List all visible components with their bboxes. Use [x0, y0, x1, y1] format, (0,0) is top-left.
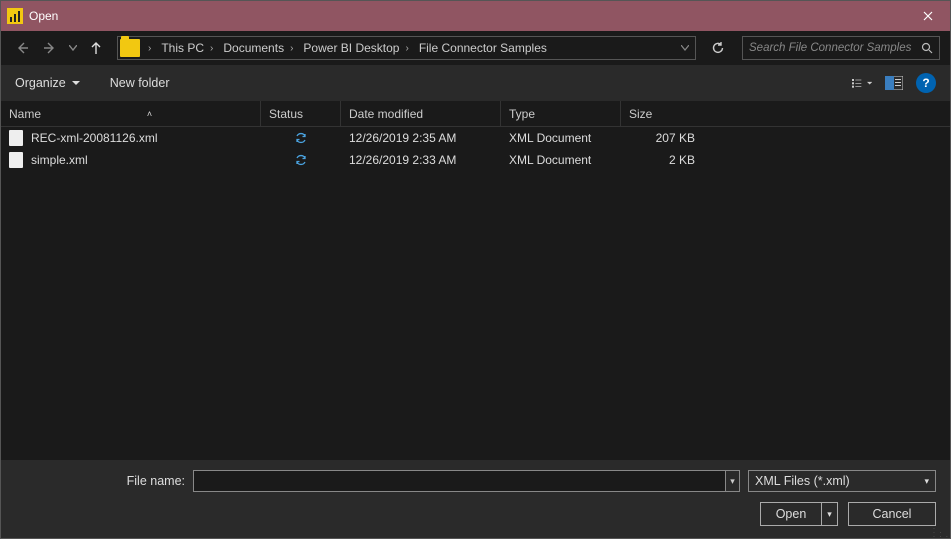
open-split-button[interactable]: ▾	[821, 503, 837, 525]
address-history-button[interactable]	[677, 45, 693, 51]
column-header-size[interactable]: Size	[621, 101, 711, 126]
new-folder-button[interactable]: New folder	[110, 76, 170, 90]
breadcrumb-item[interactable]: This PC›	[157, 41, 217, 55]
window-title: Open	[29, 9, 58, 23]
file-list: REC-xml-20081126.xml 12/26/2019 2:35 AM …	[1, 127, 950, 460]
bottom-pane: File name: ▾ XML Files (*.xml) ▾ Open ▾ …	[1, 460, 950, 538]
preview-pane-button[interactable]	[884, 73, 904, 93]
file-name-label: File name:	[15, 474, 185, 488]
file-icon	[9, 152, 23, 168]
breadcrumb-item[interactable]: Documents›	[219, 41, 297, 55]
close-button[interactable]	[905, 1, 950, 31]
breadcrumb-item[interactable]: File Connector Samples	[415, 41, 551, 55]
title-bar: Open	[1, 1, 950, 31]
search-input[interactable]: Search File Connector Samples	[742, 36, 940, 60]
up-button[interactable]	[85, 37, 107, 59]
file-name: simple.xml	[31, 153, 88, 167]
sort-indicator-icon: ˄	[147, 109, 152, 119]
toolbar: Organize New folder	[1, 65, 950, 101]
file-name: REC-xml-20081126.xml	[31, 131, 158, 145]
search-icon	[921, 42, 933, 54]
folder-icon	[120, 39, 140, 57]
help-button[interactable]: ?	[916, 73, 936, 93]
view-options-button[interactable]	[852, 73, 872, 93]
address-bar[interactable]: › This PC› Documents› Power BI Desktop› …	[117, 36, 696, 60]
file-row[interactable]: simple.xml 12/26/2019 2:33 AM XML Docume…	[1, 149, 950, 171]
app-icon	[7, 8, 23, 24]
nav-bar: › This PC› Documents› Power BI Desktop› …	[1, 31, 950, 65]
file-type: XML Document	[509, 131, 591, 145]
column-header-type[interactable]: Type	[501, 101, 621, 126]
file-type: XML Document	[509, 153, 591, 167]
open-button[interactable]: Open ▾	[760, 502, 838, 526]
column-header-name[interactable]: Name ˄	[1, 101, 261, 126]
column-header-row: Name ˄ Status Date modified Type Size	[1, 101, 950, 127]
sync-icon	[294, 153, 308, 167]
file-name-input[interactable]	[193, 470, 726, 492]
file-name-history-button[interactable]: ▾	[726, 470, 740, 492]
file-row[interactable]: REC-xml-20081126.xml 12/26/2019 2:35 AM …	[1, 127, 950, 149]
file-date: 12/26/2019 2:33 AM	[349, 153, 456, 167]
file-size: 2 KB	[669, 153, 695, 167]
breadcrumb-item[interactable]: Power BI Desktop›	[299, 41, 412, 55]
file-type-filter[interactable]: XML Files (*.xml) ▾	[748, 470, 936, 492]
refresh-button[interactable]	[706, 41, 730, 55]
file-size: 207 KB	[656, 131, 695, 145]
back-button[interactable]	[11, 37, 33, 59]
sync-icon	[294, 131, 308, 145]
breadcrumb-sep[interactable]: ›	[144, 43, 155, 54]
forward-button[interactable]	[39, 37, 61, 59]
file-date: 12/26/2019 2:35 AM	[349, 131, 456, 145]
organize-button[interactable]: Organize	[15, 76, 80, 90]
search-placeholder: Search File Connector Samples	[749, 42, 911, 54]
cancel-button[interactable]: Cancel	[848, 502, 936, 526]
resize-grip[interactable]: .. .. . .	[933, 525, 949, 537]
column-header-status[interactable]: Status	[261, 101, 341, 126]
file-icon	[9, 130, 23, 146]
recent-locations-button[interactable]	[67, 37, 79, 59]
column-header-date[interactable]: Date modified	[341, 101, 501, 126]
